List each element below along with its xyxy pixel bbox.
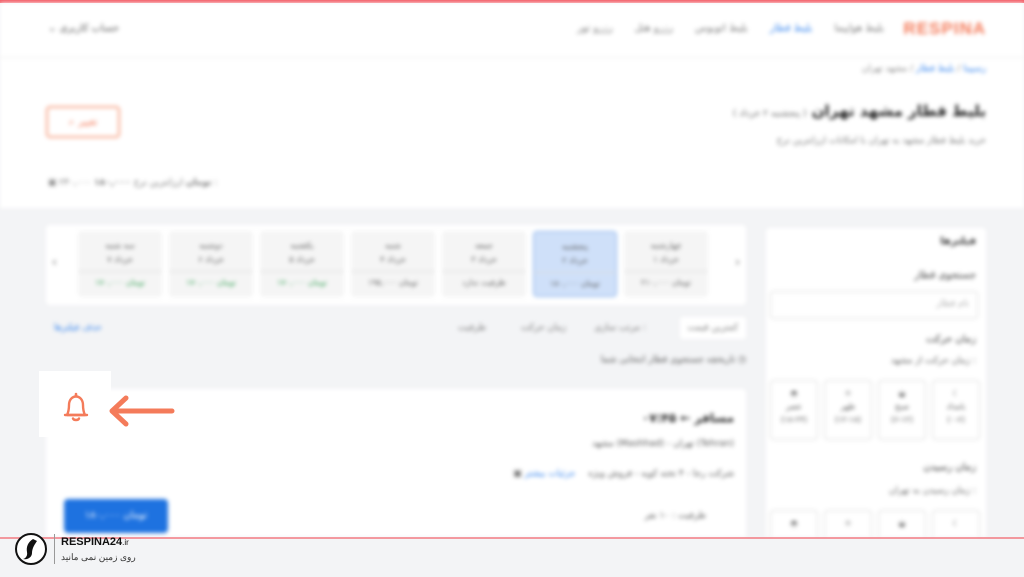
search-history[interactable]: تاریخچه جستجوی قطار انتخابی شما ◷ — [601, 355, 746, 365]
departure-heading[interactable]: زمان حرکت — [926, 334, 976, 345]
chevron-right-icon[interactable]: › — [735, 255, 740, 269]
company-logo-icon: ▣ — [513, 469, 522, 479]
time-option[interactable]: ☾ — [932, 510, 980, 537]
brand-logo-icon — [15, 533, 47, 565]
moon-icon: ☾ — [952, 519, 960, 528]
route-label: مشهد (Mashhad) - تهران (Tehran) — [592, 439, 734, 449]
sun-icon: ☼ — [844, 389, 852, 398]
time-option[interactable]: ◒ — [878, 510, 926, 537]
seat-capacity: ظرفیت : ۱۰ نفر — [644, 511, 706, 521]
day-card[interactable]: پنجشنبه ۲ خرداد ۱۸۰,۰۰۰ تومان — [533, 231, 617, 297]
sort-label: مرتب سازی : — [594, 323, 646, 333]
sunrise-icon: ◒ — [898, 519, 906, 528]
site-logo[interactable]: RESPINA — [903, 19, 986, 39]
bell-icon[interactable] — [61, 392, 91, 424]
sort-button[interactable]: کمترین قیمت — [679, 317, 746, 339]
change-search-button[interactable]: ⌕ تغییر — [46, 106, 120, 138]
departure-sub: زمان حرکت از مشهد : — [890, 356, 976, 366]
page-subtitle: خرید بلیط قطار مشهد به تهران با امکانات … — [776, 136, 986, 146]
sort-option[interactable]: زمان حرکت — [521, 323, 566, 333]
clear-filters-link[interactable]: حذف فیلترها — [54, 323, 102, 333]
day-card[interactable]: دوشنبه ۶ خرداد ۱۷۰,۰۰۰ تومان — [169, 231, 253, 297]
arrival-sub: زمان رسیدن به تهران : — [888, 486, 976, 496]
time-option[interactable]: ◓ عصر (۱۸-۲۴) — [770, 380, 818, 440]
departure-times: ☾ بامداد (۰-۶) ◒ صبح (۶-۱۲) ☼ ظهر (۱۲-۱۸) ◓ عصر… — [770, 380, 980, 440]
day-card[interactable]: شنبه ۴ خرداد ۱۹۵,۰۰۰ تومان — [351, 231, 435, 297]
time-option[interactable]: ☾ بامداد (۰-۶) — [932, 380, 980, 440]
nav-flight[interactable]: بلیط هواپیما — [834, 23, 884, 34]
search-icon: ⌕ — [68, 116, 75, 128]
account-label: حساب کاربری — [59, 23, 120, 34]
main-nav: بلیط هواپیما بلیط قطار بلیط اتوبوس رزرو … — [577, 23, 884, 34]
blurred-page: RESPINA بلیط هواپیما بلیط قطار بلیط اتوب… — [0, 3, 1024, 537]
time-option[interactable]: ☼ — [824, 510, 872, 537]
details-link[interactable]: جزئیات بیشتر — [525, 469, 576, 479]
nav-hotel[interactable]: رزرو هتل — [635, 23, 673, 34]
nav-tour[interactable]: رزرو تور — [577, 23, 612, 34]
train-search-heading[interactable]: جستجوی قطار — [914, 270, 976, 281]
arrival-times: ☾ ◒ ☼ ◓ — [770, 510, 980, 537]
departure-time: ۰۷:۴۵ ← مسافر — [641, 411, 734, 425]
page-title: بلیط قطار مشهد تهران ( پنجشنبه ۲ خرداد ) — [732, 102, 986, 120]
bottom-accent-line — [0, 537, 1024, 539]
title-zone: رسپینا / بلیط قطار / مشهد تهران بلیط قطا… — [0, 58, 1024, 208]
breadcrumb: رسپینا / بلیط قطار / مشهد تهران — [861, 64, 986, 74]
site-header: RESPINA بلیط هواپیما بلیط قطار بلیط اتوب… — [0, 3, 1024, 58]
date-carousel: ‹ › چهارشنبه ۱ خرداد ۲۱۰,۰۰۰ تومان پنجشنبه ۲… — [46, 225, 746, 305]
brand-text: RESPINA24.ir روی زمین نمی مانید — [61, 535, 136, 564]
account-menu[interactable]: ⌄ حساب کاربری — [48, 23, 119, 34]
buy-ticket-button[interactable]: ۱۸۰,۰۰۰ تومان — [64, 499, 168, 533]
arrival-heading[interactable]: زمان رسیدن — [923, 462, 976, 473]
watermark-brand: RESPINA24.ir روی زمین نمی مانید — [14, 530, 136, 568]
arrow-left-icon — [109, 395, 175, 427]
sunset-icon: ◓ — [790, 389, 798, 398]
nav-train[interactable]: بلیط قطار — [770, 23, 813, 34]
sunset-icon: ◓ — [790, 519, 798, 528]
brand-divider — [54, 534, 55, 564]
sun-icon: ☼ — [844, 519, 852, 528]
camera-icon: ▣ — [48, 178, 57, 188]
day-card[interactable]: چهارشنبه ۱ خرداد ۲۱۰,۰۰۰ تومان — [624, 231, 708, 297]
chevron-down-icon: ⌄ — [48, 23, 57, 34]
brand-name: RESPINA24.ir — [61, 535, 129, 548]
time-option[interactable]: ◓ — [770, 510, 818, 537]
cheapest-price: ▣ ۲۴۰,۰۰۰ ۱۸۰,۰۰۰ تومان ارزانترین نرخ : — [48, 178, 218, 188]
filter-sidebar: فیلترها جستجوی قطار نام قطار زمان حرکت ز… — [766, 228, 986, 537]
title-date: ( پنجشنبه ۲ خرداد ) — [732, 109, 807, 119]
chevron-left-icon[interactable]: ‹ — [52, 255, 57, 269]
time-option[interactable]: ◒ صبح (۶-۱۲) — [878, 380, 926, 440]
breadcrumb-home[interactable]: رسپینا — [963, 64, 986, 74]
train-company: ▣ شرکت رجا - ۴ تخته کوپه - فروش ویژه جزئ… — [513, 469, 734, 479]
day-card[interactable]: سه شنبه ۷ خرداد ۱۷۰,۰۰۰ تومان — [78, 231, 162, 297]
sort-bar: کمترین قیمت مرتب سازی : زمان حرکت ظرفیت … — [48, 317, 746, 341]
train-name-input[interactable]: نام قطار — [770, 291, 978, 319]
breadcrumb-current: مشهد تهران — [861, 64, 908, 74]
time-option[interactable]: ☼ ظهر (۱۲-۱۸) — [824, 380, 872, 440]
brand-slogan: روی زمین نمی مانید — [61, 551, 136, 562]
moon-icon: ☾ — [952, 389, 960, 398]
sort-option[interactable]: ظرفیت — [458, 323, 486, 333]
day-card[interactable]: جمعه ۳ خرداد ظرفیت ندارد — [442, 231, 526, 297]
nav-bus[interactable]: بلیط اتوبوس — [695, 23, 748, 34]
sunrise-icon: ◒ — [898, 389, 906, 398]
sidebar-title: فیلترها — [940, 236, 976, 247]
clock-icon: ◷ — [738, 355, 746, 365]
day-card[interactable]: یکشنبه ۵ خرداد ۱۷۰,۰۰۰ تومان — [260, 231, 344, 297]
breadcrumb-section[interactable]: بلیط قطار — [916, 64, 954, 74]
